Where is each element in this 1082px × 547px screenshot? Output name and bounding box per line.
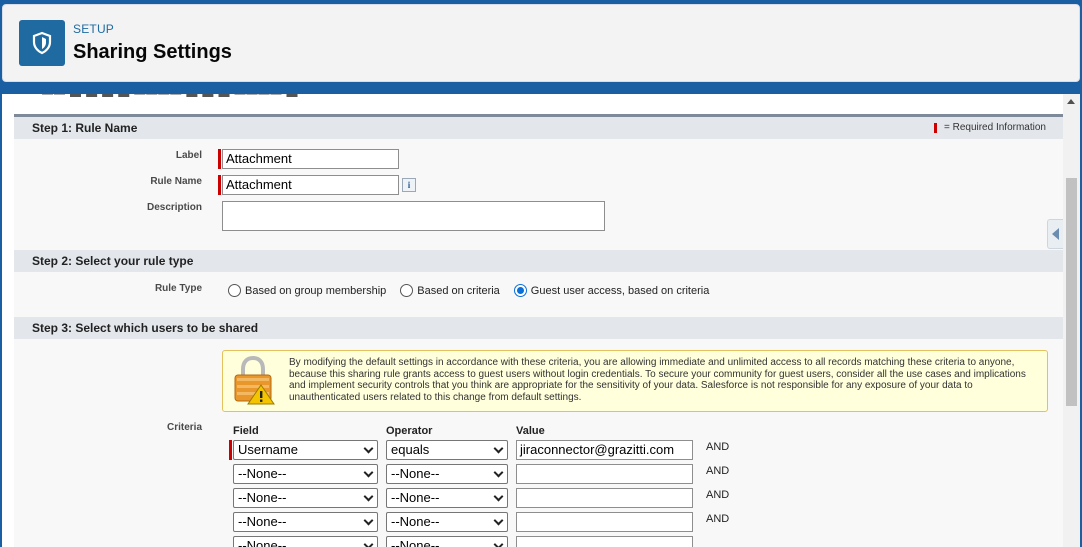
chevron-down-icon bbox=[363, 443, 374, 454]
rule-name-caption: Rule Name bbox=[150, 176, 202, 187]
chevron-down-icon bbox=[493, 443, 504, 454]
step1-title: Step 1: Rule Name bbox=[32, 121, 138, 135]
criteria-field-select[interactable]: Username bbox=[233, 440, 378, 460]
collapse-panel-tab[interactable] bbox=[1047, 219, 1063, 249]
criteria-operator-select[interactable]: --None-- bbox=[386, 488, 508, 508]
select-value: Username bbox=[238, 442, 298, 457]
select-value: --None-- bbox=[391, 514, 440, 529]
radio-label: Based on criteria bbox=[417, 284, 500, 297]
required-legend-text: = Required Information bbox=[943, 122, 1046, 133]
logic-and-label: AND bbox=[706, 489, 730, 501]
step2-header: Step 2: Select your rule type bbox=[14, 250, 1063, 272]
radio-label: Based on group membership bbox=[245, 284, 387, 297]
step1-header: Step 1: Rule Name = Required Information bbox=[14, 117, 1063, 139]
select-value: --None-- bbox=[238, 514, 287, 529]
select-value: --None-- bbox=[391, 538, 440, 547]
page-title: Sharing Settings bbox=[73, 41, 232, 63]
criteria-field-select[interactable]: --None-- bbox=[233, 488, 378, 508]
rule-name-input[interactable]: Attachment bbox=[222, 175, 399, 195]
logic-and-label: AND bbox=[706, 441, 730, 453]
setup-header: SETUP Sharing Settings bbox=[2, 4, 1080, 82]
info-icon[interactable]: i bbox=[402, 178, 416, 192]
criteria-field-select[interactable]: --None-- bbox=[233, 512, 378, 532]
step2-title: Step 2: Select your rule type bbox=[32, 254, 194, 268]
criteria-caption: Criteria bbox=[166, 422, 202, 433]
shield-icon bbox=[19, 20, 65, 66]
label-input[interactable]: Attachment bbox=[222, 149, 399, 169]
scrolled-text-remnant: —— ▬ ▬ ▬ ▬ ———— ▬ ▬ ▬ ———— ▬ bbox=[42, 94, 299, 100]
description-textarea[interactable] bbox=[222, 201, 605, 231]
chevron-down-icon bbox=[363, 539, 374, 547]
radio-based-on-criteria[interactable] bbox=[400, 284, 414, 297]
criteria-value-input[interactable] bbox=[516, 464, 693, 484]
criteria-field-select[interactable]: --None-- bbox=[233, 464, 378, 484]
radio-group-membership[interactable] bbox=[228, 284, 241, 297]
lock-warning-icon bbox=[234, 356, 275, 405]
column-header-value: Value bbox=[516, 425, 545, 437]
column-header-field: Field bbox=[233, 425, 259, 437]
chevron-down-icon bbox=[363, 515, 374, 526]
chevron-down-icon bbox=[493, 539, 504, 547]
rule-type-radio-group: Based on group membership Based on crite… bbox=[228, 284, 723, 297]
scrollbar-thumb[interactable] bbox=[1066, 178, 1077, 406]
column-header-operator: Operator bbox=[386, 425, 433, 437]
required-marker bbox=[933, 122, 937, 133]
criteria-value-input[interactable]: jiraconnector@grazitti.com bbox=[516, 440, 693, 460]
required-marker bbox=[218, 175, 221, 195]
select-value: equals bbox=[391, 442, 430, 457]
rule-type-caption: Rule Type bbox=[154, 283, 202, 294]
step3-header: Step 3: Select which users to be shared bbox=[14, 317, 1063, 339]
select-value: --None-- bbox=[238, 466, 287, 481]
chevron-down-icon bbox=[363, 467, 374, 478]
scroll-up-arrow-icon[interactable] bbox=[1067, 99, 1075, 104]
criteria-value-input[interactable] bbox=[516, 536, 693, 547]
select-value: --None-- bbox=[238, 538, 287, 547]
step3-title: Step 3: Select which users to be shared bbox=[32, 321, 259, 335]
breadcrumb-setup[interactable]: SETUP bbox=[73, 22, 114, 36]
select-value: --None-- bbox=[391, 466, 440, 481]
label-caption: Label bbox=[175, 150, 202, 161]
criteria-field-select[interactable]: --None-- bbox=[233, 536, 378, 547]
radio-label: Guest user access, based on criteria bbox=[530, 284, 710, 297]
required-marker bbox=[218, 149, 221, 169]
chevron-left-icon bbox=[1052, 228, 1059, 240]
guest-access-warning: By modifying the default settings in acc… bbox=[222, 350, 1048, 412]
chevron-down-icon bbox=[493, 467, 504, 478]
criteria-value-input[interactable] bbox=[516, 488, 693, 508]
radio-guest-user-access[interactable] bbox=[513, 284, 527, 297]
warning-text: By modifying the default settings in acc… bbox=[289, 357, 1026, 403]
description-caption: Description bbox=[146, 202, 202, 213]
select-value: --None-- bbox=[238, 490, 287, 505]
vertical-scrollbar[interactable] bbox=[1063, 94, 1080, 547]
criteria-operator-select[interactable]: --None-- bbox=[386, 512, 508, 532]
criteria-operator-select[interactable]: --None-- bbox=[386, 464, 508, 484]
criteria-value-input[interactable] bbox=[516, 512, 693, 532]
select-value: --None-- bbox=[391, 490, 440, 505]
criteria-operator-select[interactable]: --None-- bbox=[386, 536, 508, 547]
logic-and-label: AND bbox=[706, 513, 730, 525]
required-marker bbox=[229, 440, 232, 460]
chevron-down-icon bbox=[363, 491, 374, 502]
logic-and-label: AND bbox=[706, 465, 730, 477]
criteria-operator-select[interactable]: equals bbox=[386, 440, 508, 460]
rule-edit-form: —— ▬ ▬ ▬ ▬ ———— ▬ ▬ ▬ ———— ▬ Step 1: Rul… bbox=[2, 94, 1063, 547]
chevron-down-icon bbox=[493, 491, 504, 502]
chevron-down-icon bbox=[493, 515, 504, 526]
required-legend: = Required Information bbox=[933, 122, 1046, 133]
